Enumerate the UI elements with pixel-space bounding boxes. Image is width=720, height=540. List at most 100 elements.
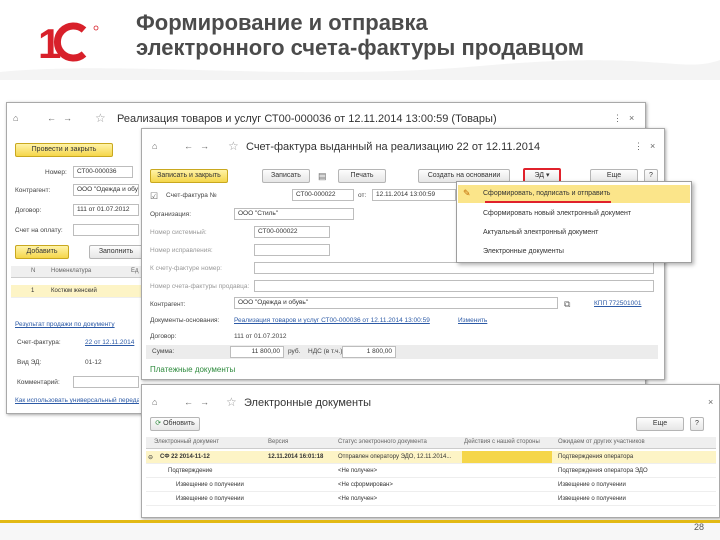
cell-document: Извещение о получении xyxy=(176,482,244,488)
close-icon[interactable]: × xyxy=(650,141,655,151)
base-documents-label: Документы-основания: xyxy=(150,317,220,324)
favorite-star-icon[interactable]: ☆ xyxy=(228,139,239,153)
cell-document: СФ 22 2014-11-12 xyxy=(160,454,210,460)
fill-button[interactable]: Заполнить xyxy=(89,245,143,259)
electronic-documents-window: ⌂ ← → ☆ Электронные документы × ⟳ Обнови… xyxy=(141,384,720,518)
col-unit: Ед xyxy=(131,268,139,274)
organization-field[interactable]: ООО "Стиль" xyxy=(234,208,354,220)
payment-invoice-field[interactable] xyxy=(73,224,139,236)
post-and-close-button[interactable]: Провести и закрыть xyxy=(15,143,113,157)
table-row[interactable]: ⊖ СФ 22 2014-11-12 12.11.2014 16:01:18 О… xyxy=(146,451,716,464)
contract-field[interactable]: 111 от 01.07.2012 xyxy=(73,204,139,216)
totals-bar: Сумма: 11 800,00 руб. НДС (в т.ч.): 1 80… xyxy=(146,345,658,359)
table-row[interactable]: Извещение о получении <Не получен> Извещ… xyxy=(146,493,716,506)
table-row[interactable]: Подтверждение <Не получен> Подтверждения… xyxy=(146,465,716,478)
change-link[interactable]: Изменить xyxy=(458,317,487,324)
counterparty-field[interactable]: ООО "Одежда и обувь" xyxy=(234,297,558,309)
base-documents-link[interactable]: Реализация товаров и услуг СТ00-000036 о… xyxy=(234,317,430,324)
seller-invoice-number-field[interactable] xyxy=(254,280,654,292)
home-icon[interactable]: ⌂ xyxy=(13,113,18,123)
invoice-number-field[interactable]: СТ00-000022 xyxy=(292,189,354,201)
forward-arrow-icon[interactable]: → xyxy=(200,397,209,407)
help-button[interactable]: ? xyxy=(690,417,704,431)
logo-1c: 1 xyxy=(36,18,106,67)
add-button[interactable]: Добавить xyxy=(15,245,69,259)
date-from-label: от: xyxy=(358,192,367,199)
print-button[interactable]: Печать xyxy=(338,169,386,183)
sum-field: 11 800,00 xyxy=(230,346,284,358)
seller-invoice-number-label: Номер счета-фактуры продавца: xyxy=(150,283,250,290)
menu-item-electronic-documents[interactable]: Электронные документы xyxy=(483,248,564,255)
open-icon[interactable]: ⧉ xyxy=(564,299,570,309)
home-icon[interactable]: ⌂ xyxy=(152,397,157,407)
menu-item-actual-ed[interactable]: Актуальный электронный документ xyxy=(483,229,598,236)
back-arrow-icon[interactable]: ← xyxy=(184,141,193,151)
number-label: Номер: xyxy=(45,169,67,176)
correction-number-label: Номер исправления: xyxy=(150,247,213,254)
system-number-field[interactable]: СТ00-000022 xyxy=(254,226,330,238)
window-title: Счет-фактура выданный на реализацию 22 о… xyxy=(246,141,541,153)
kpp-link[interactable]: КПП 772501001 xyxy=(594,300,641,307)
contract-label: Договор: xyxy=(15,207,42,214)
sales-results-link[interactable]: Результат продажи по документу xyxy=(15,321,135,328)
forward-arrow-icon[interactable]: → xyxy=(200,141,209,151)
col-item: Номенклатура xyxy=(51,268,92,274)
home-icon[interactable]: ⌂ xyxy=(152,141,157,151)
refresh-button[interactable]: ⟳ Обновить xyxy=(150,417,200,431)
system-number-label: Номер системный: xyxy=(150,229,207,236)
slide-title: Формирование и отправка электронного сче… xyxy=(136,10,716,60)
footer-accent xyxy=(0,520,720,523)
cell-expected: Подтверждения оператора ЭДО xyxy=(558,468,648,474)
goods-table-row[interactable]: 1 Костюм женский xyxy=(11,285,141,298)
back-arrow-icon[interactable]: ← xyxy=(184,397,193,407)
number-field[interactable]: СТ00-000036 xyxy=(73,166,133,178)
refresh-button-label: Обновить xyxy=(163,420,195,427)
col-status: Статус электронного документа xyxy=(338,439,427,445)
favorite-star-icon[interactable]: ☆ xyxy=(95,111,106,125)
comment-label: Комментарий: xyxy=(17,379,60,386)
contract-value: 111 от 01.07.2012 xyxy=(234,333,287,340)
close-icon[interactable]: × xyxy=(629,113,634,123)
col-our-actions: Действия с нашей стороны xyxy=(464,439,540,445)
checkbox-checked-icon[interactable]: ☑ xyxy=(150,191,158,201)
cell-version: 12.11.2014 16:01:18 xyxy=(268,454,324,460)
cell-document: Подтверждение xyxy=(168,468,213,474)
slide-header: 1 Формирование и отправка электронного с… xyxy=(0,0,720,80)
date-field[interactable]: 12.11.2014 13:00:59 xyxy=(372,189,456,201)
footer-bar xyxy=(0,520,720,540)
save-button[interactable]: Записать xyxy=(262,169,310,183)
back-arrow-icon[interactable]: ← xyxy=(47,113,56,123)
more-options-icon[interactable]: ⋮ xyxy=(613,113,622,123)
invoice-link[interactable]: 22 от 12.11.2014 xyxy=(85,339,134,346)
more-options-icon[interactable]: ⋮ xyxy=(634,141,643,151)
menu-item-create-new-ed[interactable]: Сформировать новый электронный документ xyxy=(483,210,631,217)
post-icon[interactable]: ▤ xyxy=(318,171,327,181)
cell-status: <Не получен> xyxy=(338,468,378,474)
forward-arrow-icon[interactable]: → xyxy=(63,113,72,123)
row-toggle-icon[interactable]: ⊖ xyxy=(148,454,153,461)
save-and-close-button[interactable]: Записать и закрыть xyxy=(150,169,228,183)
payment-invoice-label: Счет на оплату: xyxy=(15,227,63,234)
vat-field: 1 800,00 xyxy=(342,346,396,358)
more-button[interactable]: Еще xyxy=(636,417,684,431)
close-icon[interactable]: × xyxy=(708,397,713,407)
cell-document: Извещение о получении xyxy=(176,496,244,502)
favorite-star-icon[interactable]: ☆ xyxy=(226,395,237,409)
table-row[interactable]: Извещение о получении <Не сформирован> И… xyxy=(146,479,716,492)
payment-documents-section[interactable]: Платежные документы xyxy=(150,365,235,374)
correction-number-field[interactable] xyxy=(254,244,330,256)
goods-table-header: N Номенклатура Ед xyxy=(11,266,141,278)
counterparty-field[interactable]: ООО "Одежда и обувь" xyxy=(73,184,139,196)
ed-button-label: ЭД xyxy=(534,172,545,179)
upd-help-link[interactable]: Как использовать универсальный передаточ… xyxy=(15,397,139,404)
to-invoice-field[interactable] xyxy=(254,262,654,274)
ed-type-value: 01-12 xyxy=(85,359,102,366)
cell-status: <Не получен> xyxy=(338,496,378,502)
to-invoice-label: К счету-фактуре номер: xyxy=(150,265,222,272)
menu-item-sign-and-send[interactable]: Сформировать, подписать и отправить xyxy=(483,190,610,197)
cell-expected: Извещение о получении xyxy=(558,482,626,488)
ed-table-header: Электронный документ Версия Статус элект… xyxy=(146,437,716,449)
invoice-number-label: Счет-фактура № xyxy=(166,192,217,199)
organization-label: Организация: xyxy=(150,211,192,218)
comment-field[interactable] xyxy=(73,376,139,388)
